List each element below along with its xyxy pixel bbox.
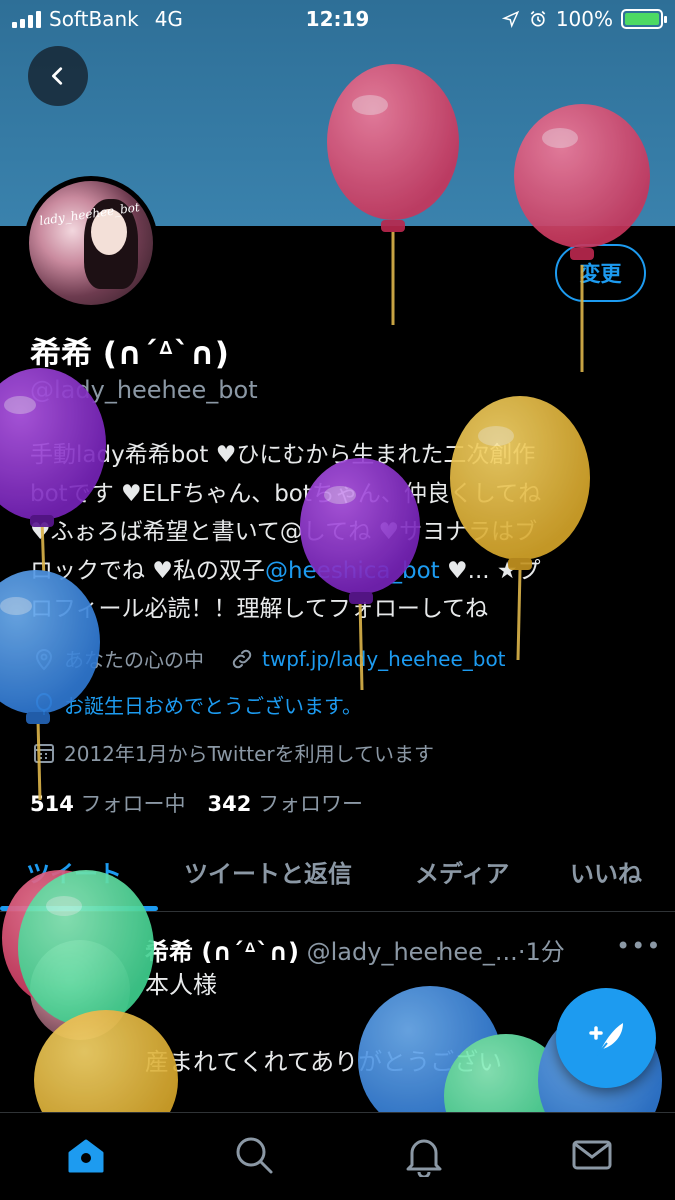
follow-stats: 514 フォロー中 342 フォロワー — [30, 788, 363, 818]
profile-handle: @lady_heehee_bot — [30, 376, 258, 404]
profile-location: あなたの心の中 — [64, 648, 204, 672]
mail-icon[interactable] — [570, 1133, 614, 1177]
bio-text: ロックでね ♥私の双子 — [30, 557, 265, 584]
followers-link[interactable]: 342 フォロワー — [208, 788, 364, 818]
link-icon — [232, 649, 252, 668]
profile-name: 希希 (∩´ᐞ`∩) — [30, 336, 229, 372]
compose-tweet-button[interactable] — [556, 988, 656, 1088]
profile-bio: 手動lady希希bot ♥ひにむから生まれた二次創作 botです ♥ELFちゃん… — [30, 436, 642, 629]
battery-percent: 100% — [555, 7, 613, 31]
following-link[interactable]: 514 フォロー中 — [30, 788, 186, 818]
tab-media[interactable]: メディア — [415, 854, 509, 889]
battery-icon — [621, 9, 667, 29]
bio-line: ロックでね ♥私の双子@heeshica_bot ♥... ★プ — [30, 552, 642, 591]
tweet-avatar[interactable] — [30, 940, 130, 1040]
edit-profile-button[interactable]: 変更 — [555, 244, 646, 302]
search-icon[interactable] — [232, 1133, 276, 1177]
tab-active-indicator — [0, 906, 158, 911]
bell-icon[interactable] — [402, 1133, 446, 1177]
bottom-tab-bar — [0, 1112, 675, 1200]
status-bar: SoftBank 4G 12:19 100% — [0, 0, 675, 38]
tab-likes[interactable]: いいね — [570, 854, 642, 889]
profile-meta-birthday: お誕生日おめでとうございます。 — [32, 690, 362, 719]
tweet-author-name: 希希 (∩´ᐞ`∩) — [145, 938, 299, 966]
tab-tweets-replies[interactable]: ツイートと返信 — [184, 854, 352, 889]
profile-avatar[interactable]: lady_heehee_bot — [24, 176, 158, 310]
alarm-icon — [530, 10, 546, 27]
profile-website-link[interactable]: twpf.jp/lady_heehee_bot — [262, 647, 506, 671]
profile-joined: 2012年1月からTwitterを利用しています — [64, 742, 435, 766]
bio-line: ♥ふぉろば希望と書いて@してね ♥サヨナラはブ — [30, 519, 538, 545]
followers-count: 342 — [207, 792, 252, 816]
bio-line: botです ♥ELFちゃん、botちゃん、仲良くしてね — [30, 480, 542, 507]
balloon-icon — [36, 692, 52, 715]
profile-meta-joined: 2012年1月からTwitterを利用しています — [32, 738, 434, 767]
following-label: フォロー中 — [80, 792, 186, 816]
tab-tweets[interactable]: ツイート — [26, 854, 122, 889]
location-arrow-icon — [501, 10, 520, 28]
map-pin-icon — [35, 648, 53, 670]
tweet-text: 本人様 — [145, 971, 217, 999]
bio-text: ♥... ★プ — [439, 557, 541, 584]
feather-plus-icon — [589, 1023, 623, 1056]
profile-meta-location-link: あなたの心の中 twpf.jp/lady_heehee_bot — [32, 644, 506, 673]
tweet-header: 希希 (∩´ᐞ`∩) @lady_heehee_...·1分 — [145, 932, 565, 967]
back-button[interactable] — [28, 46, 88, 106]
home-icon[interactable] — [64, 1133, 108, 1177]
tweet-time: ·1分 — [517, 938, 565, 966]
calendar-icon — [34, 743, 54, 763]
followers-label: フォロワー — [258, 792, 364, 816]
chevron-left-icon — [52, 67, 63, 85]
profile-tabs: ツイート ツイートと返信 メディア いいね — [0, 840, 675, 912]
bio-line: 手動lady希希bot ♥ひにむから生まれた二次創作 — [30, 442, 536, 468]
bio-line: ロフィール必読！！理解してフォローしてね — [30, 596, 489, 622]
following-count: 514 — [30, 792, 74, 816]
tweet-author-handle: @lady_heehee_... — [306, 938, 518, 966]
tweet-text: 産まれてくれてありがとうござい — [145, 1048, 503, 1076]
tweet-more-button[interactable]: ••• — [616, 932, 661, 960]
profile-birthday: お誕生日おめでとうございます。 — [64, 694, 362, 718]
bio-mention-link[interactable]: @heeshica_bot — [265, 558, 440, 584]
